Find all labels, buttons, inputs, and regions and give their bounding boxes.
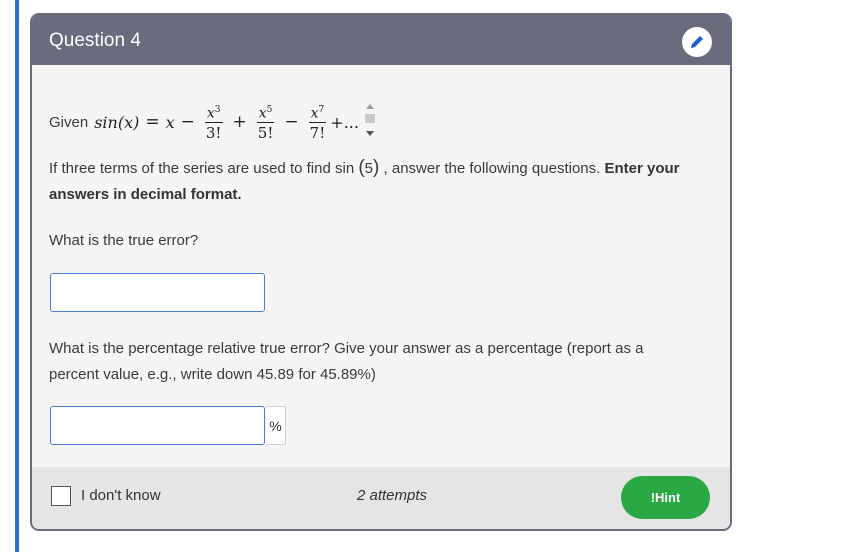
formula-minus-2: − (284, 112, 299, 132)
question-title: Question 4 (49, 30, 141, 51)
given-line: Given sin(x) = x − x3 3! + x5 5! − x7 7! (49, 100, 375, 144)
question-card: Question 4 Given sin(x) = x − x3 3! + x5… (30, 13, 732, 531)
intro-sin: sin (334, 160, 355, 177)
term-5-base: x (258, 105, 267, 122)
edit-button[interactable] (682, 27, 712, 57)
percent-unit: % (266, 406, 286, 445)
formula-plus: + (232, 112, 247, 132)
intro-paragraph: If three terms of the series are used to… (49, 155, 689, 208)
percent-error-input[interactable] (50, 406, 265, 445)
intro-suffix: , answer the following questions. (383, 160, 601, 177)
intro-arg: 5 (364, 160, 374, 177)
formula-tail: +... (330, 112, 359, 132)
fraction-term-7: x7 7! (308, 101, 327, 144)
scroll-thumb[interactable] (364, 114, 375, 123)
intro-math: sin (5) (334, 157, 380, 178)
formula-scrollbar[interactable] (364, 104, 375, 140)
scroll-up-arrow-icon[interactable] (365, 104, 374, 109)
term-3-exponent: 3 (214, 104, 221, 115)
question-header: Question 4 (32, 15, 730, 65)
given-label: Given (49, 113, 89, 131)
question-true-error-label: What is the true error? (49, 232, 199, 249)
term-7-exponent: 7 (318, 104, 325, 115)
series-formula: sin(x) = x − x3 3! + x5 5! − x7 7! +... (94, 101, 359, 144)
formula-equals: = (145, 112, 160, 132)
hint-button[interactable]: !Hint (621, 476, 710, 519)
intro-prefix: If three terms of the series are used to… (49, 160, 331, 177)
formula-lhs: sin(x) (94, 112, 140, 132)
term-5-denominator: 5! (257, 124, 274, 143)
question-body: Given sin(x) = x − x3 3! + x5 5! − x7 7! (32, 65, 730, 469)
true-error-input[interactable] (50, 273, 265, 312)
fraction-term-3: x3 3! (204, 101, 223, 144)
attempts-count: 2 attempts (357, 487, 428, 504)
term-7-base: x (310, 105, 319, 122)
dont-know-checkbox[interactable] (51, 486, 71, 506)
formula-minus: − (180, 112, 195, 132)
left-accent-bar (15, 0, 19, 552)
formula-x: x (165, 112, 175, 132)
dont-know-label[interactable]: I don't know (81, 487, 161, 504)
question-footer: I don't know 2 attempts !Hint (32, 467, 730, 529)
fraction-term-5: x5 5! (256, 101, 275, 144)
term-7-denominator: 7! (309, 124, 326, 143)
scroll-down-arrow-icon[interactable] (365, 131, 374, 136)
term-3-base: x (206, 105, 215, 122)
pencil-icon (691, 36, 703, 48)
term-3-denominator: 3! (205, 124, 222, 143)
term-5-exponent: 5 (266, 104, 273, 115)
question-percent-error-label: What is the percentage relative true err… (49, 340, 644, 383)
